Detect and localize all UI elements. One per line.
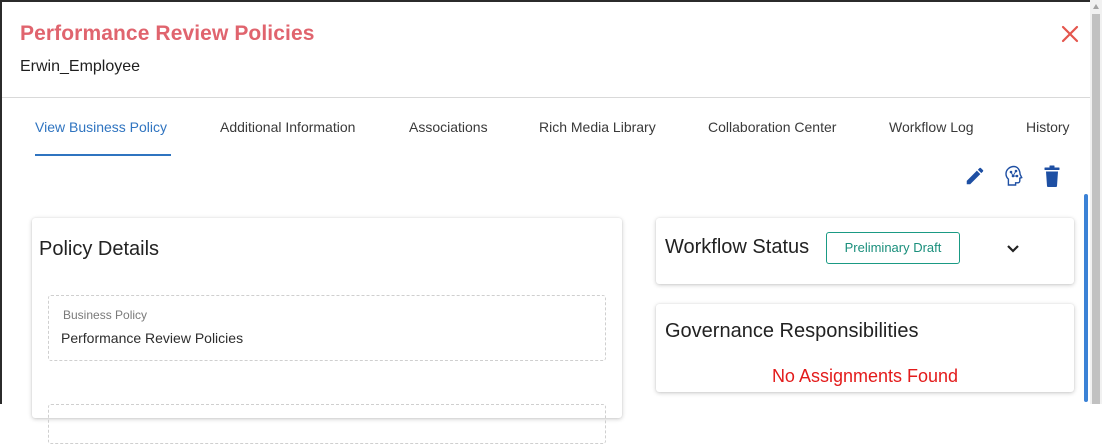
tab-rich-media-library[interactable]: Rich Media Library	[539, 119, 656, 135]
tab-view-business-policy[interactable]: View Business Policy	[35, 119, 167, 135]
policy-details-title: Policy Details	[39, 238, 160, 260]
governance-card: Governance Responsibilities No Assignmen…	[656, 304, 1074, 392]
close-icon[interactable]	[1060, 24, 1080, 44]
chevron-down-icon[interactable]	[1006, 244, 1020, 254]
page-scrollbar-thumb[interactable]	[1092, 14, 1100, 404]
governance-title: Governance Responsibilities	[665, 320, 919, 342]
tab-additional-information[interactable]: Additional Information	[220, 119, 355, 135]
scroll-up-arrow-icon[interactable]	[1093, 4, 1099, 9]
business-policy-label: Business Policy	[63, 308, 148, 322]
workflow-status-card: Workflow Status Preliminary Draft	[656, 218, 1074, 284]
workflow-status-title: Workflow Status	[665, 236, 810, 258]
business-policy-value: Performance Review Policies	[61, 330, 244, 346]
tab-workflow-log[interactable]: Workflow Log	[889, 119, 974, 135]
no-assignments-message: No Assignments Found	[771, 366, 959, 386]
mind-map-icon[interactable]	[1002, 164, 1026, 188]
next-field[interactable]	[48, 404, 606, 444]
tab-bar: View Business Policy Additional Informat…	[2, 98, 1090, 156]
active-tab-indicator	[35, 154, 171, 156]
status-badge: Preliminary Draft	[826, 232, 960, 264]
tab-history[interactable]: History	[1026, 119, 1070, 135]
business-policy-field[interactable]: Business Policy Performance Review Polic…	[48, 295, 606, 361]
dialog-title: Performance Review Policies	[20, 22, 315, 45]
tab-associations[interactable]: Associations	[409, 119, 488, 135]
dialog-subtitle: Erwin_Employee	[20, 58, 141, 75]
delete-icon[interactable]	[1043, 164, 1061, 188]
dialog: Performance Review Policies Erwin_Employ…	[0, 0, 1090, 444]
content-scrollbar[interactable]	[1084, 194, 1088, 402]
policy-details-card: Policy Details Business Policy Performan…	[32, 218, 622, 444]
dialog-header: Performance Review Policies Erwin_Employ…	[20, 22, 315, 76]
tab-collaboration-center[interactable]: Collaboration Center	[708, 119, 836, 135]
edit-icon[interactable]	[964, 164, 986, 188]
